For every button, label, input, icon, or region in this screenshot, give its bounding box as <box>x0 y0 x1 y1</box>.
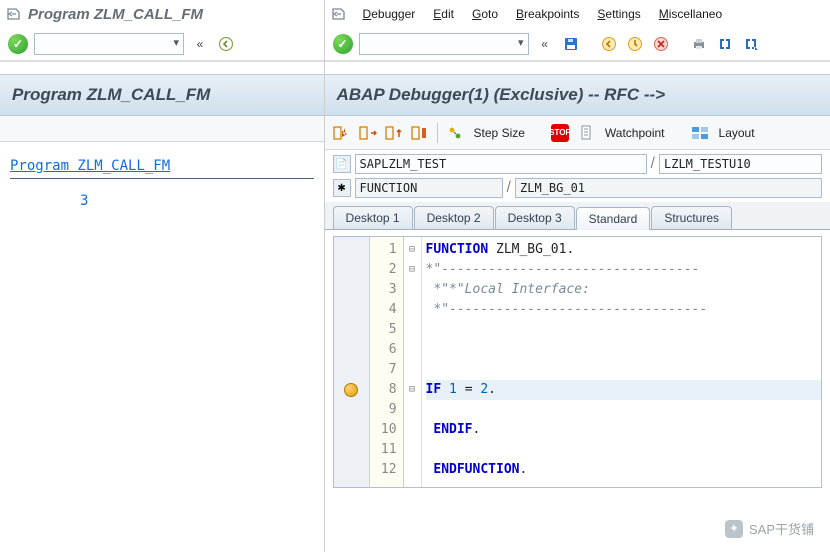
back-icon[interactable] <box>216 34 236 54</box>
nav-exit-icon[interactable] <box>625 34 645 54</box>
nav-back-icon[interactable] <box>599 34 619 54</box>
program-field[interactable] <box>355 154 647 174</box>
menu-misc[interactable]: Miscellaneo <box>659 7 722 21</box>
find-next-icon[interactable] <box>741 34 761 54</box>
stop-icon[interactable]: STOP <box>551 124 569 142</box>
slash: / <box>507 179 511 197</box>
right-titlebar: Debugger Edit Goto Breakpoints Settings … <box>325 0 830 28</box>
menu-edit[interactable]: Edit <box>433 7 454 21</box>
save-icon[interactable] <box>561 34 581 54</box>
step-over-icon[interactable] <box>359 124 377 142</box>
left-header-text: Program ZLM_CALL_FM <box>12 85 210 104</box>
tabstrip: Desktop 1 Desktop 2 Desktop 3 Standard S… <box>325 202 830 230</box>
wechat-icon: ✦ <box>725 520 743 538</box>
event-name-field <box>515 178 822 198</box>
chevrons-left-icon[interactable]: « <box>535 34 555 54</box>
tab-standard[interactable]: Standard <box>576 207 651 230</box>
separator <box>10 178 314 179</box>
tab-desktop1[interactable]: Desktop 1 <box>333 206 413 229</box>
watchpoint-icon[interactable] <box>577 124 595 142</box>
tab-structures[interactable]: Structures <box>651 206 732 229</box>
ok-icon[interactable]: ✓ <box>8 34 28 54</box>
slash: / <box>651 155 655 173</box>
object-icon[interactable]: 📄 <box>333 155 351 173</box>
window-icon <box>6 6 22 22</box>
menu-goto[interactable]: Goto <box>472 7 498 21</box>
code-editor: 123456789101112 ⊟⊟ ⊟ FUNCTION ZLM_BG_01.… <box>333 236 822 488</box>
layout-label[interactable]: Layout <box>719 126 755 140</box>
nav-cancel-icon[interactable] <box>651 34 671 54</box>
left-header-bar: Program ZLM_CALL_FM <box>0 74 324 116</box>
fold-gutter[interactable]: ⊟⊟ ⊟ <box>404 237 422 487</box>
layout-icon[interactable] <box>691 124 709 142</box>
menu-breakpoints[interactable]: Breakpoints <box>516 7 579 21</box>
step-size-label[interactable]: Step Size <box>474 126 525 140</box>
tab-desktop2[interactable]: Desktop 2 <box>414 206 494 229</box>
event-type-field <box>355 178 503 198</box>
left-window-title: Program ZLM_CALL_FM <box>28 6 203 23</box>
print-icon[interactable] <box>689 34 709 54</box>
watchpoint-label[interactable]: Watchpoint <box>605 126 665 140</box>
right-toolbar: ✓ « <box>325 28 830 62</box>
tab-desktop3[interactable]: Desktop 3 <box>495 206 575 229</box>
left-command-field[interactable] <box>34 33 184 55</box>
right-command-field[interactable] <box>359 33 529 55</box>
ok-icon[interactable]: ✓ <box>333 34 353 54</box>
window-icon <box>331 6 347 22</box>
left-titlebar: Program ZLM_CALL_FM <box>0 0 324 28</box>
right-header-bar: ABAP Debugger(1) (Exclusive) -- RFC --> <box>325 74 830 116</box>
right-header-text: ABAP Debugger(1) (Exclusive) -- RFC --> <box>337 85 666 104</box>
program-link[interactable]: Program ZLM_CALL_FM <box>10 158 170 174</box>
left-toolbar: ✓ « <box>0 28 324 62</box>
breakpoint-icon[interactable] <box>344 383 358 397</box>
include-field[interactable] <box>659 154 822 174</box>
menu-settings[interactable]: Settings <box>597 7 640 21</box>
continue-icon[interactable] <box>411 124 429 142</box>
step-into-icon[interactable] <box>333 124 351 142</box>
find-icon[interactable] <box>715 34 735 54</box>
step-size-icon[interactable] <box>446 124 464 142</box>
debug-toolbar: Step Size STOP Watchpoint Layout <box>325 116 830 150</box>
code-body[interactable]: FUNCTION ZLM_BG_01.*"-------------------… <box>422 237 821 487</box>
watermark-text: SAP干货铺 <box>749 519 814 538</box>
chevrons-left-icon[interactable]: « <box>190 34 210 54</box>
breakpoint-gutter[interactable] <box>334 237 370 487</box>
output-value: 3 <box>10 193 314 209</box>
event-icon[interactable]: ✱ <box>333 179 351 197</box>
menu-debugger[interactable]: Debugger <box>363 7 416 21</box>
step-out-icon[interactable] <box>385 124 403 142</box>
menubar: Debugger Edit Goto Breakpoints Settings … <box>357 2 729 26</box>
linenum-gutter: 123456789101112 <box>370 237 404 487</box>
watermark: ✦ SAP干货铺 <box>725 519 814 538</box>
